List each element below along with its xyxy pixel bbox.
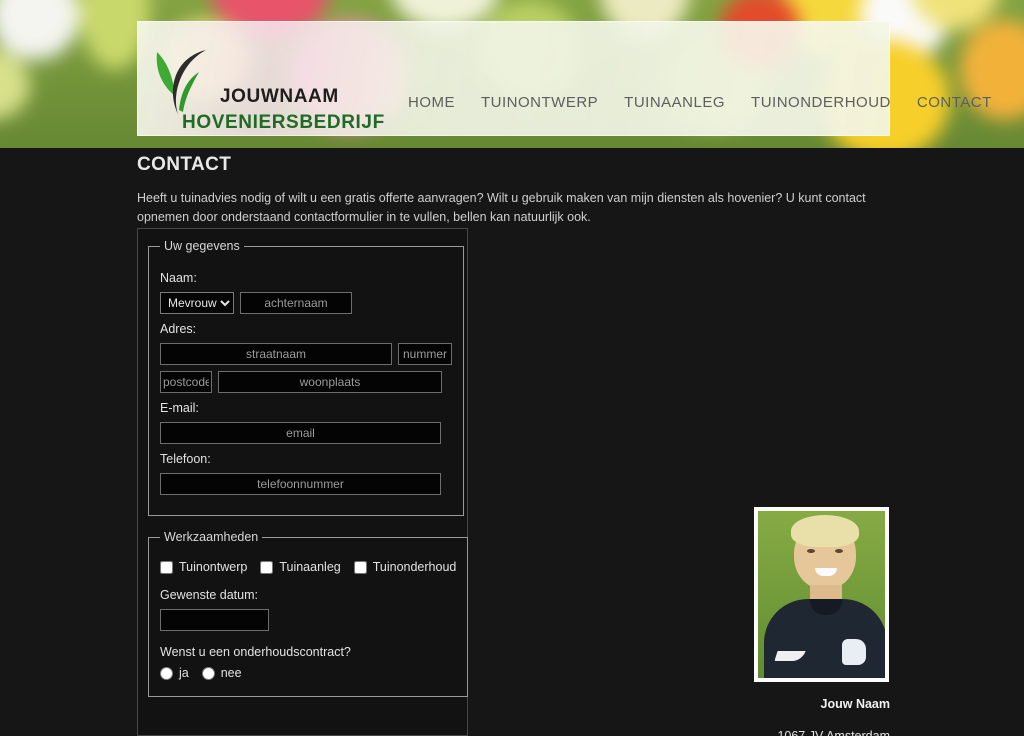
radio-nee[interactable] — [201, 666, 215, 680]
photo-hair — [791, 515, 859, 547]
label-email: E-mail: — [160, 401, 199, 415]
page-content: CONTACT Heeft u tuinadvies nodig of wilt… — [0, 148, 1024, 736]
checkbox-label-tuinaanleg: Tuinaanleg — [279, 560, 341, 574]
main-navigation[interactable]: HOME TUINONTWERP TUINAANLEG TUINONDERHOU… — [408, 94, 992, 111]
city-input[interactable] — [218, 371, 442, 393]
nav-item-home[interactable]: HOME — [408, 94, 455, 111]
checkbox-tuinaanleg[interactable] — [260, 560, 274, 574]
contact-details: Jouw Naam 1067 JV Amsterdam Tel.: 06-593… — [630, 697, 890, 736]
nav-item-contact[interactable]: CONTACT — [917, 94, 992, 111]
portrait-photo — [754, 507, 889, 682]
phone-input[interactable] — [160, 473, 441, 495]
email-input[interactable] — [160, 422, 441, 444]
fieldset-personal-legend: Uw gegevens — [164, 239, 240, 253]
checkbox-tuinontwerp[interactable] — [160, 560, 173, 574]
salutation-select[interactable]: Mevrouw — [160, 292, 234, 314]
nav-item-tuinaanleg[interactable]: TUINAANLEG — [624, 94, 725, 111]
label-naam: Naam: — [160, 271, 197, 285]
page-root: JOUWNAAM HOVENIERSBEDRIJF HOME TUINONTWE… — [0, 0, 1024, 736]
checkbox-tuinonderhoud[interactable] — [353, 560, 367, 574]
contact-address: 1067 JV Amsterdam — [777, 729, 890, 736]
lastname-input[interactable] — [240, 292, 352, 314]
nav-item-tuinonderhoud[interactable]: TUINONDERHOUD — [751, 94, 891, 111]
photo-lion-crest-icon — [842, 639, 866, 665]
housenumber-input[interactable] — [398, 343, 452, 365]
checkbox-label-tuinontwerp: Tuinontwerp — [179, 560, 248, 574]
label-gewenste-datum: Gewenste datum: — [160, 588, 258, 602]
nav-item-tuinontwerp[interactable]: TUINONTWERP — [481, 94, 598, 111]
services-checkbox-group: Tuinontwerp Tuinaanleg Tuinonderhoud — [160, 560, 456, 574]
photo-eye-left — [807, 549, 815, 553]
intro-paragraph: Heeft u tuinadvies nodig of wilt u een g… — [137, 191, 866, 224]
fieldset-personal-data: Uw gegevens Naam: Mevrouw Adres: — [148, 239, 464, 516]
postcode-input[interactable] — [160, 371, 212, 393]
brand-line-2: HOVENIERSBEDRIJF — [182, 112, 385, 133]
radio-label-ja: ja — [179, 666, 189, 680]
street-input[interactable] — [160, 343, 392, 365]
checkbox-label-tuinonderhoud: Tuinonderhoud — [372, 560, 457, 574]
radio-ja[interactable] — [160, 666, 173, 680]
header-banner: JOUWNAAM HOVENIERSBEDRIJF HOME TUINONTWE… — [0, 0, 1024, 148]
label-adres: Adres: — [160, 322, 197, 336]
logo-bar: JOUWNAAM HOVENIERSBEDRIJF HOME TUINONTWE… — [137, 21, 991, 136]
contract-radio-group: ja nee — [160, 666, 456, 680]
brand-line-1: JOUWNAAM — [220, 86, 339, 107]
leaf-logo-icon — [156, 50, 206, 114]
date-input[interactable] — [160, 609, 269, 631]
label-onderhoudscontract: Wenst u een onderhoudscontract? — [160, 645, 351, 659]
photo-eye-right — [835, 549, 843, 553]
brand-name: JOUWNAAM HOVENIERSBEDRIJF — [182, 84, 385, 136]
contact-name: Jouw Naam — [820, 697, 890, 711]
radio-label-nee: nee — [220, 666, 242, 680]
fieldset-work: Werkzaamheden Tuinontwerp Tuinaanleg Tui… — [148, 530, 469, 697]
contact-form: Uw gegevens Naam: Mevrouw Adres: — [137, 228, 469, 736]
label-telefoon: Telefoon: — [160, 452, 211, 466]
page-title: CONTACT — [137, 154, 232, 175]
fieldset-work-legend: Werkzaamheden — [164, 530, 259, 544]
